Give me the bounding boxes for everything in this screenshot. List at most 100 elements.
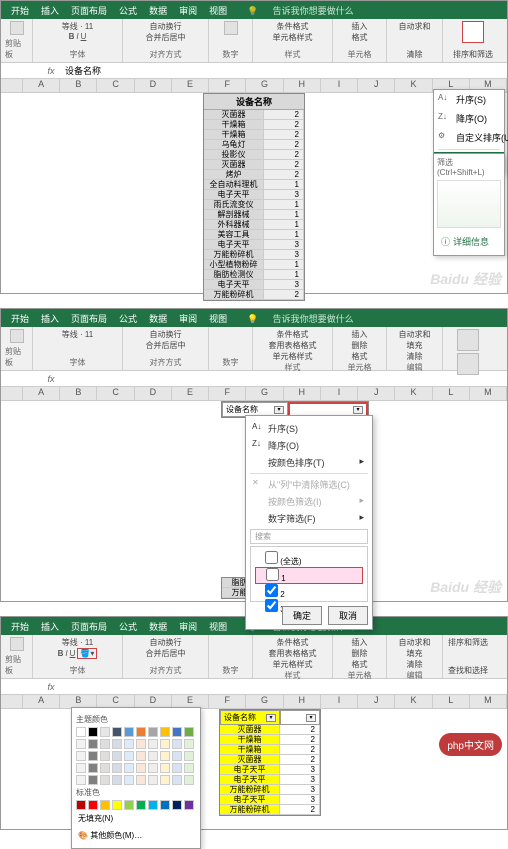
col-e[interactable]: E [172, 387, 209, 400]
tab-layout[interactable]: 页面布局 [65, 2, 113, 19]
font-name[interactable]: 等线 [62, 638, 78, 647]
cell-value[interactable]: 2 [280, 755, 320, 765]
cell-value[interactable]: 3 [280, 765, 320, 775]
cell-name[interactable]: 脂肪检测仪 [204, 270, 264, 280]
tab-home[interactable]: 开始 [5, 310, 35, 327]
cell-value[interactable]: 1 [264, 200, 304, 210]
cell-value[interactable]: 1 [264, 260, 304, 270]
cell-name[interactable]: 全自动料理机 [204, 180, 264, 190]
fx-icon[interactable]: fx [41, 66, 61, 76]
color-swatch[interactable] [100, 727, 110, 737]
italic-icon[interactable]: I [65, 649, 67, 658]
col-l[interactable]: L [433, 387, 470, 400]
color-swatch[interactable] [76, 775, 86, 785]
tree-select-all[interactable]: (全选) [255, 551, 363, 567]
tab-home[interactable]: 开始 [5, 618, 35, 635]
col-m[interactable]: M [470, 695, 507, 708]
col-i[interactable]: I [321, 387, 358, 400]
cell-name[interactable]: 万能粉碎机 [220, 785, 280, 795]
cell-name[interactable]: 灭菌器 [220, 725, 280, 735]
table-row[interactable]: 灭菌器2 [220, 755, 320, 765]
cell-name[interactable]: 外科器械 [204, 220, 264, 230]
merge-button[interactable]: 合并后居中 [146, 648, 186, 659]
cell-name[interactable]: 烤炉 [204, 170, 264, 180]
fx-icon[interactable]: fx [41, 682, 61, 692]
table-row[interactable]: 脂肪检测仪1 [204, 270, 304, 280]
merge-button[interactable]: 合并后居中 [146, 32, 186, 43]
color-swatch[interactable] [136, 739, 146, 749]
col-f[interactable]: F [209, 695, 246, 708]
color-swatch[interactable] [88, 763, 98, 773]
cell-name[interactable]: 美容工具 [204, 230, 264, 240]
tab-layout[interactable]: 页面布局 [65, 310, 113, 327]
col-d[interactable]: D [135, 79, 172, 92]
italic-icon[interactable]: I [76, 32, 78, 41]
cell-value[interactable]: 2 [280, 745, 320, 755]
tab-insert[interactable]: 插入 [35, 618, 65, 635]
autosum-button[interactable]: 自动求和 [399, 329, 431, 340]
cells[interactable]: 设备名称▾ ▾ 灭菌器2干燥箱2干燥箱2灭菌器2电子天平3电子天平3万能粉碎机3… [1, 709, 507, 829]
color-swatch[interactable] [100, 751, 110, 761]
color-swatch[interactable] [100, 763, 110, 773]
col-j[interactable]: J [358, 79, 395, 92]
tab-formula[interactable]: 公式 [113, 310, 143, 327]
insert-button[interactable]: 插入 [352, 21, 368, 32]
color-swatch[interactable] [184, 751, 194, 761]
color-swatch[interactable] [136, 800, 146, 810]
popup-ok-button[interactable]: 确定 [282, 606, 322, 625]
col-k[interactable]: K [395, 695, 432, 708]
col-f[interactable]: F [209, 387, 246, 400]
cell-value[interactable]: 3 [264, 250, 304, 260]
wrap-text-button[interactable]: 自动换行 [150, 329, 182, 340]
color-swatch[interactable] [88, 751, 98, 761]
cell-value[interactable]: 2 [280, 725, 320, 735]
color-swatch[interactable] [184, 775, 194, 785]
table-row[interactable]: 灭菌器2 [204, 110, 304, 120]
col-i[interactable]: I [321, 79, 358, 92]
tab-review[interactable]: 审阅 [173, 618, 203, 635]
tab-view[interactable]: 视图 [203, 2, 233, 19]
font-size[interactable]: 11 [85, 22, 93, 31]
menu-sort-asc[interactable]: A↓升序(S) [434, 90, 504, 109]
col-h[interactable]: H [284, 695, 321, 708]
percent-icon[interactable] [224, 21, 238, 35]
cell-name[interactable]: 干燥箱 [220, 735, 280, 745]
table-format-button[interactable]: 套用表格格式 [269, 648, 317, 659]
col-l[interactable]: L [433, 695, 470, 708]
col-h[interactable]: H [284, 79, 321, 92]
color-swatch[interactable] [172, 751, 182, 761]
color-swatch[interactable] [124, 775, 134, 785]
cond-format-button[interactable]: 条件格式 [277, 21, 309, 32]
col-g[interactable]: G [246, 387, 283, 400]
table-row[interactable]: 干燥箱2 [220, 735, 320, 745]
cell-name[interactable]: 乌龟灯 [204, 140, 264, 150]
popup-value-tree[interactable]: (全选) 1 2 3 [250, 546, 368, 602]
format-button[interactable]: 格式 [352, 351, 368, 362]
cell-name[interactable]: 万能粉碎机 [204, 250, 264, 260]
bold-icon[interactable]: B [69, 32, 75, 41]
color-swatch[interactable] [160, 775, 170, 785]
color-swatch[interactable] [160, 763, 170, 773]
cell-value[interactable]: 3 [280, 775, 320, 785]
color-swatch[interactable] [160, 739, 170, 749]
color-swatch[interactable] [160, 727, 170, 737]
cell-name[interactable]: 万能粉碎机 [220, 805, 280, 815]
cells[interactable]: 设备名称 灭菌器2干燥箱2干燥箱2乌龟灯2投影仪2灭菌器2烤炉2全自动料理机1电… [1, 93, 507, 293]
cell-name[interactable]: 灭菌器 [204, 160, 264, 170]
cells[interactable]: 设备名称▾ ▾ A↓升序(S) Z↓降序(O) 按颜色排序(T) ▸ ✕从"列"… [1, 401, 507, 601]
col-f[interactable]: F [209, 79, 246, 92]
clear-button[interactable]: 清除 [407, 659, 423, 670]
col-b[interactable]: B [60, 387, 97, 400]
cell-value[interactable]: 1 [264, 230, 304, 240]
cell-name[interactable]: 干燥箱 [204, 130, 264, 140]
cell-name[interactable]: 电子天平 [220, 765, 280, 775]
col-a[interactable]: A [23, 695, 60, 708]
format-button[interactable]: 格式 [352, 32, 368, 43]
table-row[interactable]: 干燥箱2 [204, 120, 304, 130]
color-swatch[interactable] [88, 800, 98, 810]
color-swatch[interactable] [76, 751, 86, 761]
color-swatch[interactable] [136, 763, 146, 773]
table-row[interactable]: 小型植物粉碎机1 [204, 260, 304, 270]
cell-value[interactable]: 3 [280, 785, 320, 795]
color-swatch[interactable] [160, 800, 170, 810]
